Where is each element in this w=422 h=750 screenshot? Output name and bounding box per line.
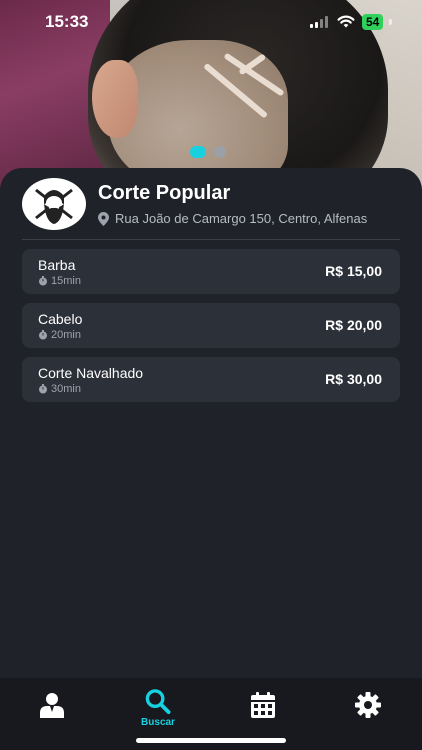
shop-card: Corte Popular Rua João de Camargo 150, C… [0,168,422,678]
calendar-icon [251,692,275,718]
cellular-signal-icon [310,16,328,28]
service-name: Barba [38,257,76,273]
shop-address-text: Rua João de Camargo 150, Centro, Alfenas [115,211,368,226]
stopwatch-icon [39,384,47,394]
stopwatch-icon [39,276,47,286]
carousel-dot-active[interactable] [190,146,206,158]
divider [22,239,400,240]
location-pin-icon [98,211,109,226]
service-price: R$ 30,00 [325,371,382,387]
service-item-corte-navalhado[interactable]: Corte Navalhado 30min R$ 30,00 [22,357,400,402]
nav-search-label: Buscar [141,717,175,728]
service-duration: 30min [38,383,81,395]
nav-search[interactable]: Buscar [128,688,188,728]
battery-indicator: 54 [362,14,384,30]
nav-settings[interactable] [338,692,398,732]
service-item-cabelo[interactable]: Cabelo 20min R$ 20,00 [22,303,400,348]
service-price: R$ 20,00 [325,317,382,333]
carousel-dot[interactable] [214,146,226,158]
nav-calendar[interactable] [233,692,293,732]
stopwatch-icon [39,330,47,340]
service-duration: 15min [38,275,81,287]
wifi-icon [337,15,355,28]
status-bar: 15:33 54 [0,0,422,44]
service-item-barba[interactable]: Barba 15min R$ 15,00 [22,249,400,294]
service-duration: 20min [38,329,81,341]
user-icon [40,693,64,718]
shop-address: Rua João de Camargo 150, Centro, Alfenas [98,211,367,226]
shop-logo [22,178,86,230]
gear-icon [355,692,381,718]
home-indicator[interactable] [136,738,286,743]
shop-name: Corte Popular [98,182,231,204]
nav-profile[interactable] [22,692,82,732]
search-icon [145,689,171,715]
carousel-indicator[interactable] [190,146,226,158]
service-price: R$ 15,00 [325,263,382,279]
status-time: 15:33 [45,12,89,31]
service-name: Corte Navalhado [38,365,144,381]
service-name: Cabelo [38,311,83,327]
